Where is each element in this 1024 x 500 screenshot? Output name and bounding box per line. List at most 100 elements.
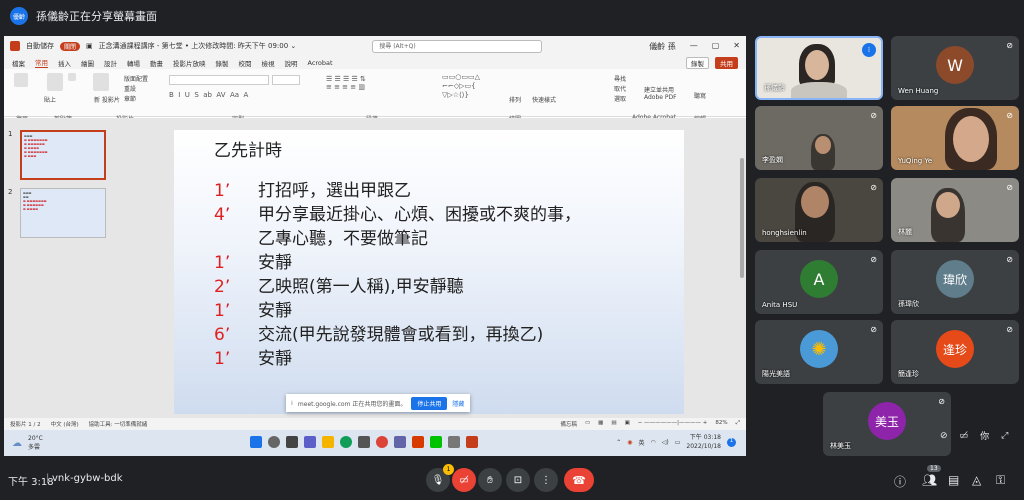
chat-icon[interactable] <box>304 436 316 448</box>
edge-icon[interactable] <box>340 436 352 448</box>
camera-button[interactable]: ▭̸ <box>452 468 476 492</box>
participant-tile[interactable]: ⊘ YuQing Ye <box>891 106 1019 170</box>
menu-review[interactable]: 校閱 <box>239 58 252 68</box>
windows-start-icon[interactable] <box>250 436 262 448</box>
participant-tile[interactable]: ⊘ honghsienlin <box>755 178 883 242</box>
shapes-gallery[interactable]: ▭▭○▭▭△ ⌐⌐◇▷▭{▽▷☆⟨⟩} <box>442 73 504 101</box>
participant-tile[interactable]: W ⊘ Wen Huang <box>891 36 1019 100</box>
select-button[interactable]: 選取 <box>614 94 626 103</box>
teams-icon[interactable] <box>394 436 406 448</box>
participant-tile[interactable]: 逢珍 ⊘ 簡逢珍 <box>891 320 1019 384</box>
raise-hand-button[interactable]: ✋︎ <box>478 468 502 492</box>
find-button[interactable]: 尋找 <box>614 74 626 83</box>
replace-button[interactable]: 取代 <box>614 84 626 93</box>
current-slide[interactable]: 乙先計時 1’ 打招呼，選出甲跟乙 4’ 甲分享最近掛心、心煩、困擾或不爽的事， 乙… <box>174 130 684 414</box>
more-options-button[interactable]: ⋮ <box>534 468 558 492</box>
taskbar-time[interactable]: 下午 03:18 <box>686 433 721 442</box>
vertical-scrollbar[interactable] <box>740 158 744 278</box>
menu-record[interactable]: 錄製 <box>216 58 229 68</box>
office-icon[interactable] <box>412 436 424 448</box>
chrome-icon[interactable] <box>376 436 388 448</box>
menu-file[interactable]: 檔案 <box>12 58 25 68</box>
section-button[interactable]: 章節 <box>124 94 136 103</box>
search-input[interactable]: 搜尋 (Alt+Q) <box>372 39 543 53</box>
mic-button[interactable]: 🎙︎ 1 <box>426 464 454 492</box>
hide-notice-button[interactable]: 隱藏 <box>452 399 464 408</box>
participant-tile[interactable]: 瑋欣 ⊘ 孫瑋欣 <box>891 250 1019 314</box>
menu-help[interactable]: 說明 <box>285 58 298 68</box>
adobe-pdf-button[interactable]: 建立並共用 Adobe PDF <box>644 85 677 101</box>
meeting-info-icon[interactable]: ⓘ <box>894 473 906 490</box>
record-button[interactable]: 錄製 <box>686 56 709 69</box>
tray-chevron-icon[interactable]: ⌃ <box>616 439 621 446</box>
chat-icon[interactable]: ▤ <box>948 473 959 487</box>
user-name[interactable]: 儀齡 孫 <box>649 41 676 52</box>
host-controls-icon[interactable]: ⚿ <box>996 473 1005 488</box>
expand-icon[interactable]: ⤢ <box>1001 431 1008 441</box>
present-button[interactable]: ⊡ <box>506 468 530 492</box>
stop-sharing-button[interactable]: 停止共用 <box>411 396 448 410</box>
ime-indicator[interactable]: 英 <box>639 438 645 447</box>
zoom-slider[interactable]: − ——————|———— + <box>638 420 708 428</box>
menu-animations[interactable]: 動畫 <box>150 58 163 68</box>
doc-title[interactable]: 正念溝通課程講序 - 第七堂 • 上次修改時間: 昨天下午 09:00 ⌄ <box>99 41 297 51</box>
arrange-button[interactable]: 排列 <box>509 95 521 104</box>
menu-view[interactable]: 檢視 <box>262 58 275 68</box>
participant-tile[interactable]: ⁞ 孫儀齡 <box>755 36 883 100</box>
store-icon[interactable] <box>358 436 370 448</box>
autosave-toggle[interactable]: 關閉 <box>60 41 81 51</box>
menu-transitions[interactable]: 轉場 <box>127 58 140 68</box>
slide-thumbnail-2[interactable]: ▬▬▬ ▬▬ ▬ ▬▬▬▬▬▬▬ ▬ ▬▬▬▬▬▬ ▬ ▬▬▬▬ <box>20 188 106 238</box>
line-icon[interactable] <box>430 436 442 448</box>
view-reading-icon[interactable]: ▤ <box>611 420 616 428</box>
volume-icon[interactable]: ◁) <box>662 439 669 446</box>
activities-icon[interactable]: ◬ <box>972 473 981 487</box>
layout-button[interactable]: 版面配置 <box>124 74 148 83</box>
font-format-tools[interactable]: B I U S ab AV Aa A <box>169 91 248 99</box>
camera-icon[interactable] <box>448 436 460 448</box>
paste-icon[interactable] <box>47 73 63 91</box>
menu-acrobat[interactable]: Acrobat <box>308 59 333 67</box>
maximize-icon[interactable]: ▢ <box>712 41 720 52</box>
zoom-level[interactable]: 82% <box>715 420 727 428</box>
view-normal-icon[interactable]: ▭ <box>585 420 590 428</box>
file-explorer-icon[interactable] <box>322 436 334 448</box>
participant-tile[interactable]: ⊘ 李盈嫻 <box>755 106 883 170</box>
close-icon[interactable]: ✕ <box>733 41 740 52</box>
font-size-select[interactable] <box>272 75 300 85</box>
share-button[interactable]: 共用 <box>715 56 738 69</box>
fit-slide-icon[interactable]: ⤢ <box>736 420 740 428</box>
notification-icon[interactable]: 1 <box>727 437 736 447</box>
menu-design[interactable]: 設計 <box>104 58 117 68</box>
minimize-icon[interactable]: — <box>690 41 698 52</box>
people-button[interactable]: 👥︎ 13 <box>922 465 941 487</box>
notes-button[interactable]: 備忘稿 <box>560 420 577 428</box>
menu-home[interactable]: 常用 <box>35 57 48 68</box>
cut-icon[interactable] <box>68 73 76 81</box>
new-slide-icon[interactable] <box>93 73 109 91</box>
view-slideshow-icon[interactable]: ▣ <box>625 420 630 428</box>
taskbar-date[interactable]: 2022/10/18 <box>686 442 721 451</box>
drag-handle-icon[interactable]: ⁞ <box>291 400 293 407</box>
camera-off-icon[interactable]: ▭̸ <box>960 431 969 441</box>
wifi-icon[interactable]: ◠ <box>651 439 656 446</box>
paragraph-tools[interactable]: ☰ ☰ ☰ ☰ ⇅ ≡ ≡ ≡ ≡ ▥ <box>326 75 366 91</box>
font-family-select[interactable] <box>169 75 269 85</box>
quick-styles-button[interactable]: 快速樣式 <box>532 95 556 104</box>
menu-draw[interactable]: 繪圖 <box>81 58 94 68</box>
language[interactable]: 中文 (台灣) <box>51 420 79 428</box>
view-sorter-icon[interactable]: ▦ <box>598 420 603 428</box>
task-view-icon[interactable] <box>286 436 298 448</box>
slide-thumbnail-1[interactable]: ▬▬▬ ▬ ▬▬▬▬▬▬▬ ▬ ▬▬▬▬▬▬ ▬ ▬▬▬▬ ▬ ▬▬▬▬▬▬▬ ▬ ▬▬▬ <box>20 130 106 180</box>
mic-off-icon[interactable]: ⊘ <box>940 431 948 441</box>
dictate-button[interactable]: 聽寫 <box>694 91 706 100</box>
participant-tile[interactable]: ✺ ⊘ 陽光美語 <box>755 320 883 384</box>
menu-insert[interactable]: 插入 <box>58 58 71 68</box>
participant-tile[interactable]: A ⊘ Anita HSU <box>755 250 883 314</box>
leave-call-button[interactable]: ☎︎ <box>564 468 594 492</box>
save-icon[interactable]: ▣ <box>86 42 93 50</box>
participant-tile[interactable]: ⊘ 林麗 <box>891 178 1019 242</box>
menu-slideshow[interactable]: 投影片放映 <box>173 58 206 68</box>
battery-icon[interactable]: ▭ <box>675 439 681 446</box>
search-icon[interactable] <box>268 436 280 448</box>
